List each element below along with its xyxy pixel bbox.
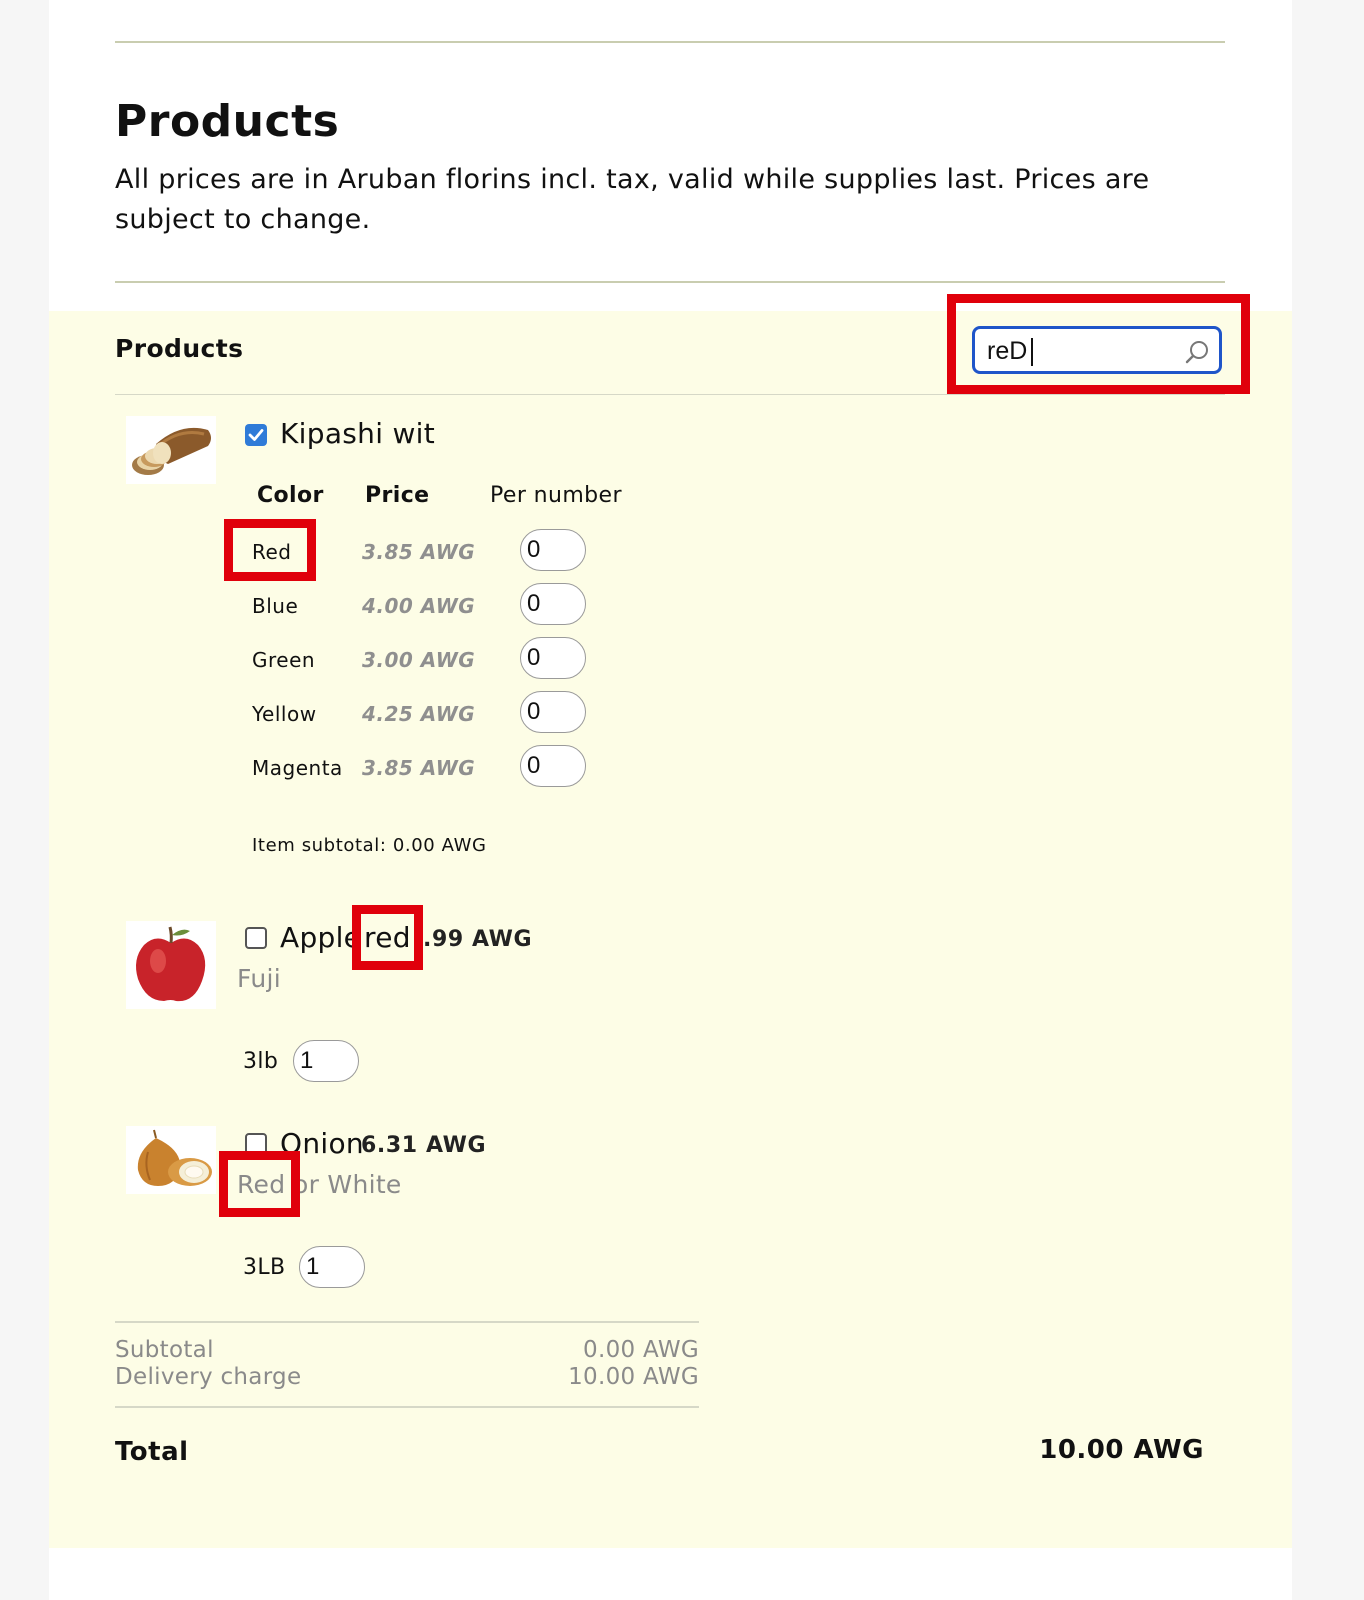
onion-unit: 3LB xyxy=(243,1255,286,1280)
page-title: Products xyxy=(115,96,340,147)
apple-unit: 3lb xyxy=(243,1049,279,1074)
onion-qty[interactable] xyxy=(299,1246,365,1288)
variant-price-red: 3.85 AWG xyxy=(362,540,476,564)
onion-description: or White xyxy=(293,1170,402,1199)
page: Products All prices are in Aruban florin… xyxy=(49,0,1292,1600)
panel-divider xyxy=(115,394,1225,395)
apple-icon xyxy=(136,926,206,1002)
variant-qty-yellow[interactable] xyxy=(520,691,586,733)
color-column-header: Color xyxy=(257,483,324,508)
products-panel: Products reD Kipashi wit Color Price Per… xyxy=(49,294,1292,1548)
search-highlight-box xyxy=(947,294,1250,394)
onion-price: 6.31 AWG xyxy=(361,1133,487,1158)
total-value: 10.00 AWG xyxy=(1039,1435,1204,1465)
page-description: All prices are in Aruban florins incl. t… xyxy=(115,164,1150,235)
apple-checkbox[interactable] xyxy=(245,927,267,949)
delivery-charge-label: Delivery charge xyxy=(115,1364,302,1390)
checkmark-icon xyxy=(248,429,264,441)
variant-price-yellow: 4.25 AWG xyxy=(362,702,476,726)
bread-image xyxy=(126,416,216,484)
apple-price: .99 AWG xyxy=(423,927,533,952)
variant-qty-blue[interactable] xyxy=(520,583,586,625)
variant-price-blue: 4.00 AWG xyxy=(362,594,476,618)
apple-match-highlight-box xyxy=(352,905,423,970)
intro-divider xyxy=(115,281,1225,283)
onion-image xyxy=(126,1126,216,1194)
kipashi-item-subtotal: Item subtotal: 0.00 AWG xyxy=(252,835,487,856)
red-variant-highlight-box xyxy=(224,519,316,581)
subtotal-label: Subtotal xyxy=(115,1337,214,1363)
kipashi-checkbox[interactable] xyxy=(245,424,267,446)
summary-top-divider xyxy=(115,1321,699,1323)
variant-price-magenta: 3.85 AWG xyxy=(362,756,476,780)
variant-color-yellow: Yellow xyxy=(252,702,317,726)
summary-bottom-divider xyxy=(115,1406,699,1408)
onion-description-match-text: Red xyxy=(237,1170,286,1199)
price-column-header: Price xyxy=(365,483,430,508)
apple-name: Apple xyxy=(280,921,362,954)
kipashi-name: Kipashi wit xyxy=(280,417,436,450)
total-label: Total xyxy=(115,1437,189,1467)
apple-description: Fuji xyxy=(237,964,281,993)
variant-price-green: 3.00 AWG xyxy=(362,648,476,672)
variant-color-blue: Blue xyxy=(252,594,299,618)
variant-color-green: Green xyxy=(252,648,316,672)
bread-icon xyxy=(132,427,211,475)
apple-qty[interactable] xyxy=(293,1040,359,1082)
variant-qty-red[interactable] xyxy=(520,529,586,571)
variant-qty-green[interactable] xyxy=(520,637,586,679)
variant-color-magenta: Magenta xyxy=(252,756,343,780)
delivery-charge-value: 10.00 AWG xyxy=(568,1364,699,1390)
onion-icon xyxy=(137,1129,212,1186)
apple-image xyxy=(126,921,216,1009)
subtotal-value: 0.00 AWG xyxy=(583,1337,699,1363)
per-number-column-header: Per number xyxy=(490,483,622,508)
variant-qty-magenta[interactable] xyxy=(520,745,586,787)
products-panel-title: Products xyxy=(115,334,244,363)
top-divider xyxy=(115,41,1225,43)
